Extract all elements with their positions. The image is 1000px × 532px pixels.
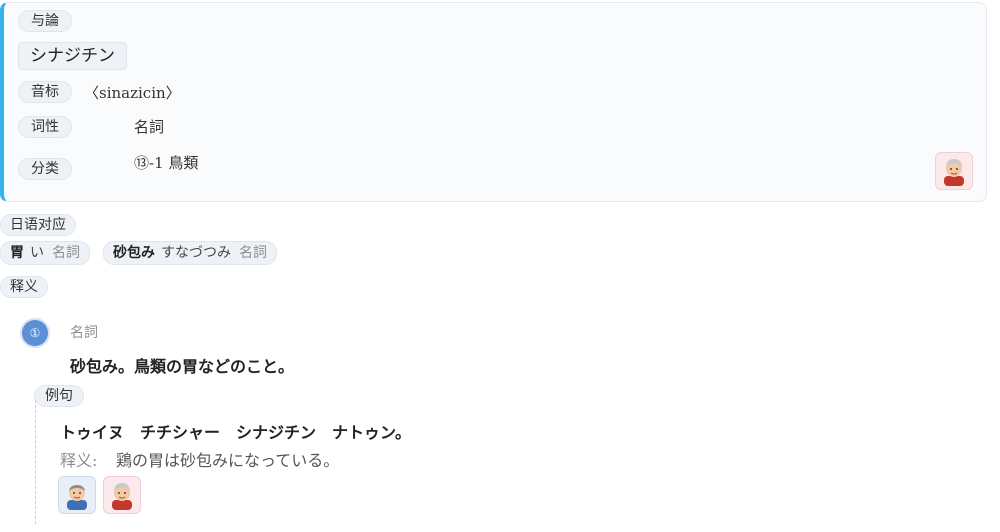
pos-label: 词性: [18, 116, 72, 138]
translation-label: 释义:: [60, 451, 98, 470]
example-divider: [35, 400, 36, 524]
translation-text: 鶏の胃は砂包みになっている。: [116, 451, 340, 470]
equiv-word: 砂包み: [113, 245, 155, 261]
japanese-equivalent-1[interactable]: 胃い名詞: [0, 241, 90, 265]
equiv-kana: すなづつみ: [161, 245, 231, 261]
equiv-pos: 名詞: [239, 245, 267, 261]
elderly-woman-avatar-icon[interactable]: [103, 476, 141, 514]
pos-value: 名詞: [134, 118, 165, 136]
elderly-man-avatar-icon[interactable]: [58, 476, 96, 514]
elderly-woman-avatar-icon[interactable]: [935, 152, 973, 190]
japanese-equivalent-2[interactable]: 砂包み すなづつみ 名詞: [103, 241, 277, 265]
sense-pos: 名詞: [70, 325, 98, 341]
example-sentence: トゥイヌ チチシャー シナジチン ナトゥン。: [60, 423, 412, 442]
example-label: 例句: [34, 385, 84, 407]
sense-definition: 砂包み。鳥類の胃などのこと。: [70, 357, 295, 376]
japanese-section-label: 日语对应: [0, 214, 76, 236]
definition-section-label: 释义: [0, 276, 48, 298]
equiv-kana: い: [30, 245, 44, 261]
category-value: ⑬-1 鳥類: [134, 154, 199, 172]
sense-number-badge: ①: [22, 320, 48, 346]
equiv-pos: 名詞: [52, 245, 80, 261]
phonetic-value: 〈sinazicin〉: [84, 84, 181, 102]
headword: シナジチン: [18, 42, 127, 70]
category-label: 分类: [18, 158, 72, 180]
equiv-word: 胃: [10, 245, 24, 261]
phonetic-label: 音标: [18, 81, 72, 103]
dialect-tag: 与論: [18, 10, 72, 32]
